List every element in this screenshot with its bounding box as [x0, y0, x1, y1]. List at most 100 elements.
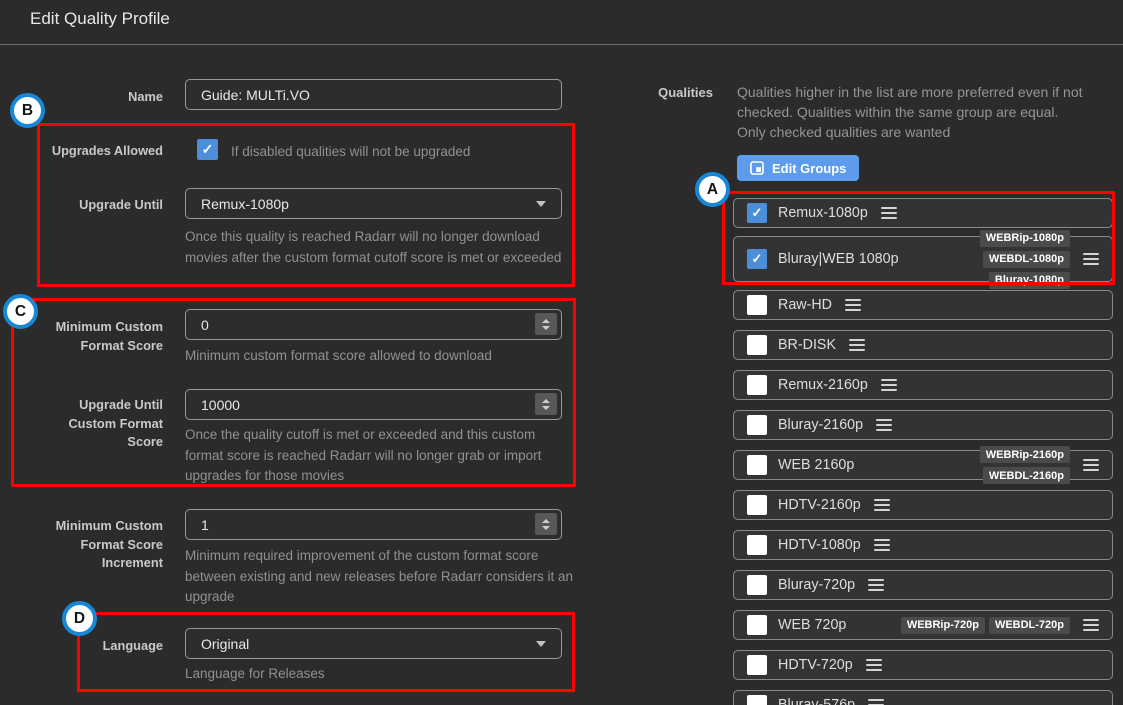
annotation-letter-d: D	[62, 601, 97, 636]
drag-handle-icon[interactable]	[845, 299, 861, 312]
quality-badges: WEBRip-720pWEBDL-720p	[890, 617, 1070, 634]
quality-checkbox[interactable]	[747, 535, 767, 555]
modal-title: Edit Quality Profile	[30, 9, 170, 29]
quality-row[interactable]: BR-DISK	[733, 330, 1113, 360]
quality-row[interactable]: ✓ Remux-1080p	[733, 198, 1113, 228]
quality-badge: WEBRip-720p	[901, 617, 985, 634]
check-icon: ✓	[202, 141, 214, 158]
upgrade-until-cf-score-label: Upgrade Until Custom Format Score	[30, 396, 163, 452]
min-cf-score-input[interactable]	[185, 309, 562, 340]
quality-checkbox[interactable]	[747, 695, 767, 705]
upgrade-until-help: Once this quality is reached Radarr will…	[185, 227, 565, 268]
quality-name: Bluray-576p	[778, 697, 855, 705]
quality-name: HDTV-720p	[778, 657, 853, 673]
upgrade-until-label: Upgrade Until	[10, 196, 163, 215]
language-label: Language	[10, 637, 163, 656]
min-cf-score-label: Minimum Custom Format Score	[30, 318, 163, 355]
drag-handle-icon[interactable]	[874, 539, 890, 552]
quality-badge: WEBDL-720p	[989, 617, 1070, 634]
quality-name: BR-DISK	[778, 337, 836, 353]
quality-name: WEB 2160p	[778, 457, 854, 473]
number-spinner[interactable]	[535, 513, 557, 535]
quality-row[interactable]: HDTV-720p	[733, 650, 1113, 680]
drag-handle-icon[interactable]	[1083, 459, 1099, 472]
edit-groups-button[interactable]: Edit Groups	[737, 155, 859, 181]
min-cf-score-increment-input[interactable]	[185, 509, 562, 540]
quality-checkbox[interactable]: ✓	[747, 203, 767, 223]
quality-name: Bluray-720p	[778, 577, 855, 593]
quality-name: WEB 720p	[778, 617, 846, 633]
quality-row[interactable]: Bluray-576p	[733, 690, 1113, 705]
quality-row[interactable]: WEB 2160p WEBRip-2160pWEBDL-2160p	[733, 450, 1113, 480]
drag-handle-icon[interactable]	[1083, 619, 1099, 632]
min-cf-score-increment-label: Minimum Custom Format Score Increment	[30, 517, 163, 573]
min-cf-score-help: Minimum custom format score allowed to d…	[185, 346, 575, 367]
upgrade-until-cf-score-input[interactable]	[185, 389, 562, 420]
quality-checkbox[interactable]	[747, 415, 767, 435]
quality-name: HDTV-1080p	[778, 537, 861, 553]
chevron-down-icon	[536, 201, 546, 207]
quality-row[interactable]: HDTV-2160p	[733, 490, 1113, 520]
drag-handle-icon[interactable]	[874, 499, 890, 512]
quality-row[interactable]: ✓ Bluray|WEB 1080p WEBRip-1080pWEBDL-108…	[733, 236, 1113, 282]
quality-name: Remux-1080p	[778, 205, 868, 221]
edit-groups-label: Edit Groups	[772, 161, 846, 176]
min-cf-score-increment-help: Minimum required improvement of the cust…	[185, 546, 573, 608]
name-input[interactable]	[185, 79, 562, 110]
quality-badge: WEBRip-2160p	[980, 446, 1070, 463]
quality-row[interactable]: WEB 720p WEBRip-720pWEBDL-720p	[733, 610, 1113, 640]
annotation-letter-a: A	[695, 172, 730, 207]
quality-name: Bluray-2160p	[778, 417, 863, 433]
quality-row[interactable]: HDTV-1080p	[733, 530, 1113, 560]
quality-row[interactable]: Bluray-2160p	[733, 410, 1113, 440]
number-spinner[interactable]	[535, 313, 557, 335]
quality-badge: WEBDL-1080p	[983, 251, 1070, 268]
drag-handle-icon[interactable]	[868, 699, 884, 705]
quality-badges: WEBRip-1080p WEBDL-1080p Bluray-1080p	[899, 230, 1070, 289]
quality-checkbox[interactable]: ✓	[747, 249, 767, 269]
drag-handle-icon[interactable]	[881, 379, 897, 392]
upgrades-allowed-label: Upgrades Allowed	[10, 142, 163, 161]
upgrade-until-select[interactable]: Remux-1080p	[185, 188, 562, 219]
language-help: Language for Releases	[185, 664, 485, 685]
language-value: Original	[201, 636, 249, 652]
chevron-down-icon	[536, 641, 546, 647]
quality-row[interactable]: Remux-2160p	[733, 370, 1113, 400]
drag-handle-icon[interactable]	[1083, 253, 1099, 266]
quality-name: Bluray|WEB 1080p	[778, 251, 899, 267]
quality-checkbox[interactable]	[747, 575, 767, 595]
upgrade-until-cf-score-help: Once the quality cutoff is met or exceed…	[185, 425, 573, 487]
quality-name: Raw-HD	[778, 297, 832, 313]
quality-name: Remux-2160p	[778, 377, 868, 393]
qualities-label: Qualities	[613, 84, 713, 103]
quality-checkbox[interactable]	[747, 495, 767, 515]
drag-handle-icon[interactable]	[881, 207, 897, 220]
drag-handle-icon[interactable]	[866, 659, 882, 672]
quality-badges: WEBRip-2160p WEBDL-2160p	[890, 446, 1070, 484]
drag-handle-icon[interactable]	[868, 579, 884, 592]
quality-checkbox[interactable]	[747, 335, 767, 355]
number-spinner[interactable]	[535, 393, 557, 415]
quality-checkbox[interactable]	[747, 295, 767, 315]
upgrade-until-value: Remux-1080p	[201, 196, 289, 212]
upgrades-allowed-checkbox[interactable]: ✓	[197, 139, 218, 160]
language-select[interactable]: Original	[185, 628, 562, 659]
quality-badge: WEBRip-1080p	[980, 230, 1070, 247]
quality-row[interactable]: Raw-HD	[733, 290, 1113, 320]
quality-badge: WEBDL-2160p	[983, 467, 1070, 484]
edit-groups-icon	[750, 161, 764, 175]
name-label: Name	[10, 88, 163, 107]
drag-handle-icon[interactable]	[849, 339, 865, 352]
quality-checkbox[interactable]	[747, 655, 767, 675]
modal-header: Edit Quality Profile	[0, 0, 1123, 45]
quality-checkbox[interactable]	[747, 455, 767, 475]
drag-handle-icon[interactable]	[876, 419, 892, 432]
quality-checkbox[interactable]	[747, 615, 767, 635]
edit-quality-profile-modal: Edit Quality Profile Name Upgrades Allow…	[0, 0, 1123, 705]
quality-row[interactable]: Bluray-720p	[733, 570, 1113, 600]
qualities-description: Qualities higher in the list are more pr…	[737, 82, 1091, 142]
quality-checkbox[interactable]	[747, 375, 767, 395]
quality-name: HDTV-2160p	[778, 497, 861, 513]
upgrades-allowed-help: If disabled qualities will not be upgrad…	[231, 142, 571, 163]
quality-badge: Bluray-1080p	[989, 272, 1070, 289]
